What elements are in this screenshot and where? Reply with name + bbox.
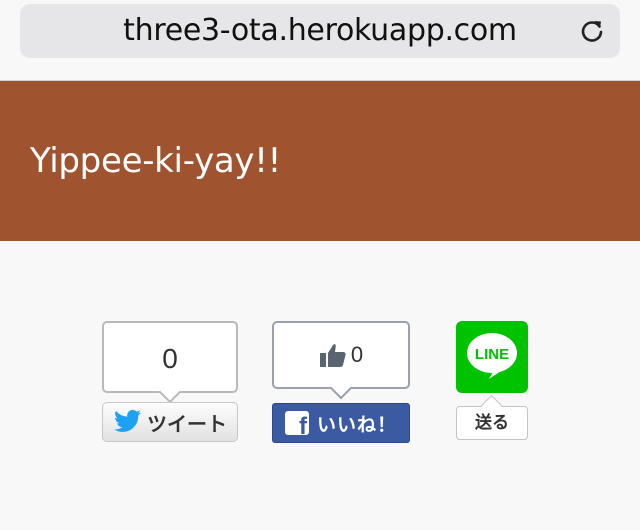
- twitter-bird-icon: [114, 409, 141, 432]
- like-button[interactable]: f いいね！: [272, 403, 410, 443]
- tweet-label: ツイート: [147, 411, 227, 436]
- reload-icon[interactable]: [578, 17, 606, 45]
- thumbs-up-icon: [319, 344, 346, 367]
- browser-address-bar: three3-ota.herokuapp.com: [0, 0, 640, 81]
- like-count: 0: [350, 342, 364, 367]
- page-title: Yippee-ki-yay!!: [30, 141, 281, 181]
- url-text: three3-ota.herokuapp.com: [123, 13, 517, 48]
- tweet-count-bubble: 0: [102, 321, 238, 404]
- like-label: いいね！: [316, 413, 397, 436]
- line-send-label: 送る: [475, 413, 509, 433]
- line-logo-text: LINE: [475, 346, 509, 363]
- line-logo-icon[interactable]: LINE: [456, 321, 528, 393]
- url-field[interactable]: three3-ota.herokuapp.com: [20, 4, 620, 58]
- facebook-f-icon: f: [284, 411, 309, 435]
- tweet-button[interactable]: ツイート: [102, 402, 238, 442]
- hero-banner: Yippee-ki-yay!!: [0, 81, 640, 241]
- like-count-bubble: 0: [272, 321, 410, 400]
